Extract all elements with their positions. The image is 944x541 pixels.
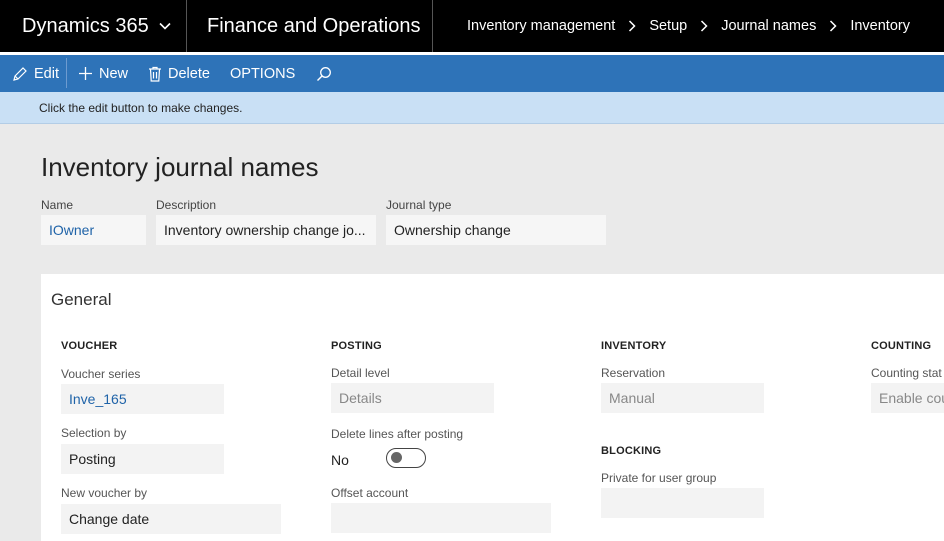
offset-account-field[interactable] <box>331 503 551 533</box>
description-label: Description <box>156 198 217 212</box>
breadcrumb-item-inventory-management[interactable]: Inventory management <box>467 18 615 34</box>
voucher-series-label: Voucher series <box>61 367 141 381</box>
breadcrumb-item-inventory[interactable]: Inventory <box>850 18 910 34</box>
breadcrumb: Inventory management Setup Journal names… <box>467 0 910 52</box>
general-fasttab: General VOUCHER Voucher series Inve_165 … <box>41 274 944 541</box>
breadcrumb-item-setup[interactable]: Setup <box>649 18 687 34</box>
delete-lines-value: No <box>331 452 349 468</box>
chevron-down-icon <box>159 22 171 30</box>
top-navigation-bar: Dynamics 365 Finance and Operations Inve… <box>0 0 944 52</box>
options-label: OPTIONS <box>230 65 296 82</box>
description-field[interactable]: Inventory ownership change jo... <box>156 215 376 245</box>
name-label: Name <box>41 198 74 212</box>
trash-icon <box>149 66 161 82</box>
edit-button[interactable]: Edit <box>12 55 59 92</box>
private-user-group-label: Private for user group <box>601 471 717 485</box>
general-tab-header[interactable]: General <box>51 290 111 310</box>
chevron-right-icon <box>830 20 837 32</box>
journal-type-field[interactable]: Ownership change <box>386 215 606 245</box>
delete-lines-toggle[interactable] <box>386 448 426 468</box>
offset-account-label: Offset account <box>331 486 409 500</box>
delete-button[interactable]: Delete <box>148 55 210 92</box>
inventory-group-heading: INVENTORY <box>601 340 667 352</box>
reservation-label: Reservation <box>601 366 666 380</box>
voucher-group-heading: VOUCHER <box>61 340 118 352</box>
counting-status-field[interactable]: Enable cou <box>871 383 944 413</box>
name-field[interactable]: IOwner <box>41 215 146 245</box>
search-icon <box>317 66 331 81</box>
brand-label: Dynamics 365 <box>22 14 149 37</box>
delete-label: Delete <box>168 65 210 82</box>
new-voucher-by-label: New voucher by <box>61 486 148 500</box>
search-button[interactable] <box>316 55 332 92</box>
page-title: Inventory journal names <box>41 152 319 182</box>
content-area: Inventory journal names Name IOwner Desc… <box>0 124 944 541</box>
chevron-right-icon <box>701 20 708 32</box>
pencil-icon <box>13 66 27 81</box>
selection-by-label: Selection by <box>61 426 127 440</box>
app-brand-menu[interactable]: Dynamics 365 <box>0 0 187 52</box>
delete-lines-label: Delete lines after posting <box>331 427 464 441</box>
chevron-right-icon <box>629 20 636 32</box>
module-title[interactable]: Finance and Operations <box>187 0 433 52</box>
action-pane: Edit New Delete OPTIONS <box>0 55 944 92</box>
new-label: New <box>99 65 129 82</box>
info-message-text: Click the edit button to make changes. <box>39 100 243 115</box>
counting-status-label: Counting stat <box>871 366 942 380</box>
private-user-group-field[interactable] <box>601 488 764 518</box>
detail-level-label: Detail level <box>331 366 390 380</box>
action-divider <box>66 58 67 88</box>
options-button[interactable]: OPTIONS <box>230 55 295 92</box>
new-voucher-by-field[interactable]: Change date <box>61 504 281 534</box>
module-label: Finance and Operations <box>207 14 421 37</box>
voucher-series-field[interactable]: Inve_165 <box>61 384 224 414</box>
breadcrumb-item-journal-names[interactable]: Journal names <box>721 18 816 34</box>
edit-label: Edit <box>34 65 59 82</box>
blocking-group-heading: BLOCKING <box>601 445 662 457</box>
journal-type-label: Journal type <box>386 198 452 212</box>
plus-icon <box>79 67 92 80</box>
reservation-field[interactable]: Manual <box>601 383 764 413</box>
new-button[interactable]: New <box>78 55 128 92</box>
posting-group-heading: POSTING <box>331 340 382 352</box>
selection-by-field[interactable]: Posting <box>61 444 224 474</box>
info-message-bar: Click the edit button to make changes. <box>0 92 944 124</box>
detail-level-field[interactable]: Details <box>331 383 494 413</box>
toggle-knob <box>391 452 402 463</box>
counting-group-heading: COUNTING <box>871 340 932 352</box>
